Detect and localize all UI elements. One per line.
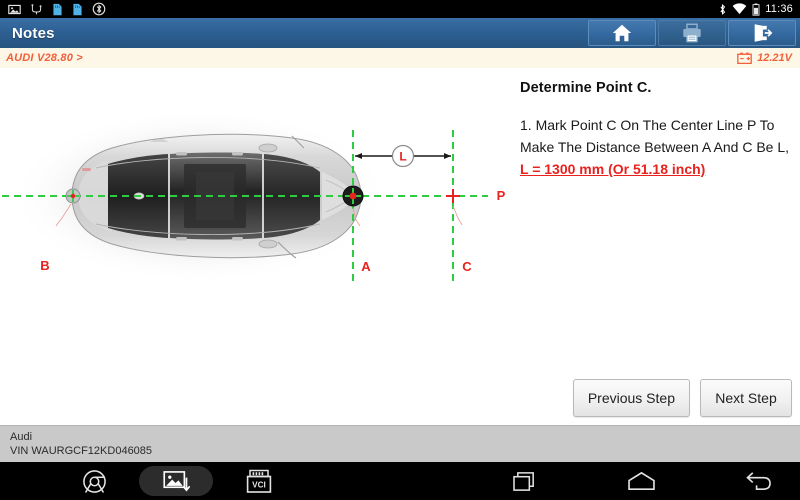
- vehicle-make: Audi: [10, 431, 33, 443]
- exit-icon: [754, 24, 773, 42]
- diagnostic-tool-screen: 11:36 Notes AUDI V28.80 > 12.21V L B A C…: [0, 0, 800, 500]
- point-b-label: B: [40, 258, 49, 273]
- point-a-label: A: [361, 259, 371, 274]
- step-navigation: Previous Step Next Step: [572, 379, 792, 417]
- page-title: Notes: [12, 24, 55, 42]
- instruction-title: Determine Point C.: [520, 80, 652, 96]
- instruction-body: 1. Mark Point C On The Center Line P To …: [520, 114, 794, 180]
- print-button[interactable]: [658, 20, 726, 46]
- screenshot-glyph-icon: [162, 470, 190, 491]
- status-bar-right-icons: 11:36: [718, 2, 800, 16]
- status-bar-left-icons: [0, 2, 718, 16]
- vehicle-version-bar: AUDI V28.80 > 12.21V: [0, 48, 800, 69]
- printer-icon: [683, 23, 701, 43]
- title-bar-actions: [588, 18, 800, 48]
- vehicle-info-bar: Audi VIN WAURGCF12KD046085: [0, 425, 800, 462]
- instruction-panel: Determine Point C. 1. Mark Point C On Th…: [512, 68, 800, 425]
- voltage-value: 12.21V: [757, 52, 792, 64]
- measurement-diagram: L B A C P: [0, 68, 510, 425]
- status-bar-clock: 11:36: [765, 3, 793, 15]
- battery-icon: [752, 2, 760, 16]
- point-c-label: C: [462, 259, 472, 274]
- home-button[interactable]: [588, 20, 656, 46]
- next-step-button[interactable]: Next Step: [700, 379, 792, 417]
- voltage-indicator: 12.21V: [737, 52, 800, 64]
- nav-left-group: VCI: [0, 466, 400, 496]
- bluetooth-icon: [720, 3, 726, 15]
- back-icon[interactable]: [744, 470, 773, 493]
- bluetooth-share-icon: [92, 2, 106, 16]
- instruction-highlight-value: L = 1300 mm (Or 51.18 inch): [520, 161, 706, 177]
- screenshot-icon[interactable]: [139, 466, 213, 496]
- vci-icon[interactable]: VCI: [245, 469, 273, 494]
- recents-icon[interactable]: [512, 470, 539, 493]
- vehicle-vin: VIN WAURGCF12KD046085: [10, 445, 153, 457]
- instruction-step-text: 1. Mark Point C On The Center Line P To …: [520, 117, 790, 155]
- line-p-label: P: [497, 188, 506, 203]
- android-navigation-bar: VCI: [0, 462, 800, 500]
- usb-debug-icon: [31, 3, 42, 14]
- home-icon: [612, 24, 632, 42]
- content-area: L B A C P Determine Point C. 1. Mark Poi…: [0, 68, 800, 425]
- home-nav-icon[interactable]: [627, 470, 656, 493]
- sd-card-icon: [73, 3, 82, 15]
- sd-card-icon: [53, 3, 62, 15]
- previous-step-button[interactable]: Previous Step: [572, 379, 690, 417]
- exit-button[interactable]: [728, 20, 796, 46]
- android-status-bar: 11:36: [0, 0, 800, 18]
- svg-text:VCI: VCI: [252, 480, 266, 489]
- dimension-l-label: L: [399, 150, 406, 164]
- wifi-icon: [732, 3, 747, 15]
- vehicle-version-link[interactable]: AUDI V28.80 >: [0, 52, 83, 64]
- image-icon: [8, 4, 21, 14]
- app-title-bar: Notes: [0, 18, 800, 49]
- battery-voltage-icon: [737, 52, 752, 64]
- nav-right-group: [400, 470, 800, 493]
- browser-icon[interactable]: [82, 469, 107, 494]
- diagram-svg: L B A C P: [2, 108, 506, 286]
